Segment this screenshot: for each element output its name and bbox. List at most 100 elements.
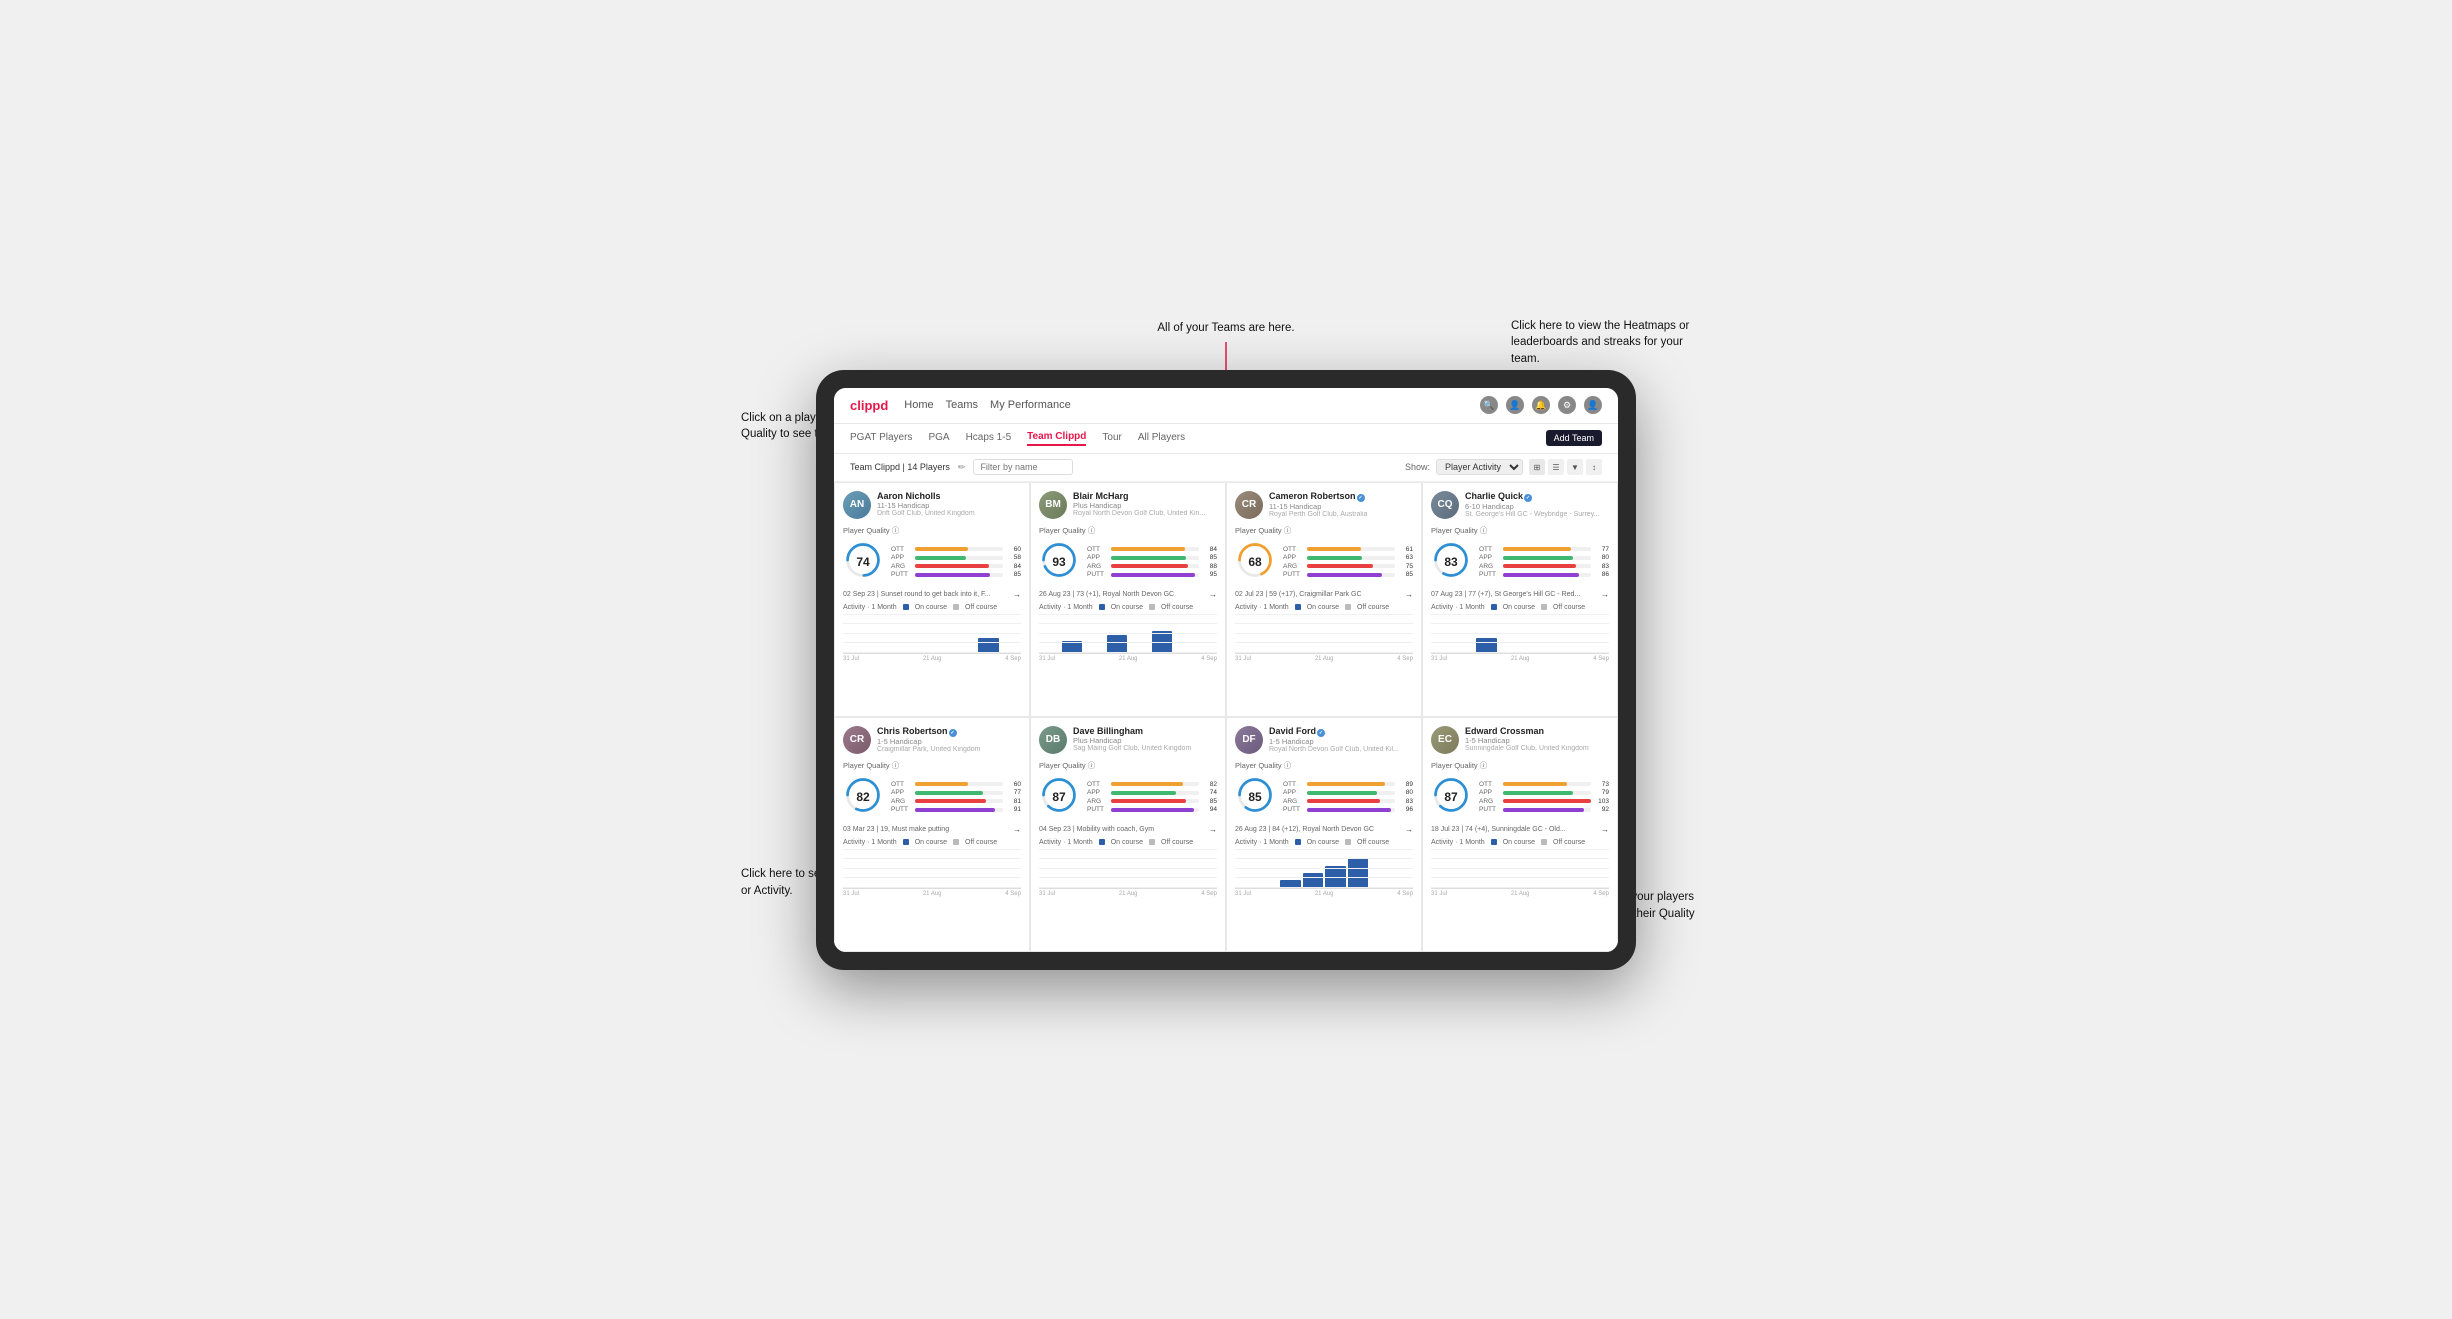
- player-name[interactable]: Blair McHarg: [1073, 491, 1217, 501]
- last-round[interactable]: 26 Aug 23 | 84 (+12), Royal North Devon …: [1235, 825, 1413, 834]
- player-name[interactable]: David Ford✓: [1269, 726, 1413, 737]
- offcourse-dot: [1541, 839, 1547, 845]
- filter-input[interactable]: [973, 459, 1073, 475]
- search-icon[interactable]: 🔍: [1480, 396, 1498, 414]
- player-card[interactable]: CR Cameron Robertson✓ 11-15 Handicap Roy…: [1226, 482, 1422, 717]
- stat-bar-fill: [1503, 564, 1576, 568]
- date-mid: 21 Aug: [1511, 891, 1530, 897]
- avatar-icon[interactable]: 👤: [1584, 396, 1602, 414]
- quality-circle-wrap[interactable]: 74: [843, 540, 883, 585]
- activity-title: Activity · 1 Month: [1431, 839, 1485, 846]
- player-name[interactable]: Cameron Robertson✓: [1269, 491, 1413, 502]
- quality-circle-wrap[interactable]: 87: [1039, 775, 1079, 820]
- player-name[interactable]: Chris Robertson✓: [877, 726, 1021, 737]
- last-round[interactable]: 03 Mar 23 | 19, Must make putting →: [843, 825, 1021, 834]
- subnav-pga[interactable]: PGA: [928, 432, 949, 445]
- date-end: 4 Sep: [1593, 891, 1609, 897]
- stat-bar: [1307, 547, 1395, 551]
- player-name[interactable]: Dave Billingham: [1073, 726, 1217, 736]
- stat-row-putt: PUTT 86: [1479, 571, 1609, 578]
- subnav-allplayers[interactable]: All Players: [1138, 432, 1185, 445]
- grid-line: [1431, 623, 1609, 624]
- stat-label: APP: [1283, 789, 1305, 796]
- activity-label: Activity · 1 Month On course Off course: [1431, 839, 1609, 846]
- quality-circle-wrap[interactable]: 85: [1235, 775, 1275, 820]
- stat-bar-fill: [1111, 808, 1194, 812]
- grid-line: [1235, 858, 1413, 859]
- last-round[interactable]: 07 Aug 23 | 77 (+7), St George's Hill GC…: [1431, 590, 1609, 599]
- player-name[interactable]: Aaron Nicholls: [877, 491, 1021, 501]
- stat-bar-fill: [1111, 573, 1195, 577]
- stat-bar: [1307, 564, 1395, 568]
- show-select[interactable]: Player Activity: [1436, 459, 1523, 475]
- settings-icon[interactable]: ⚙: [1558, 396, 1576, 414]
- player-club: Royal North Devon Golf Club, United Kil.…: [1269, 746, 1413, 753]
- player-header: EC Edward Crossman 1-5 Handicap Sunningd…: [1431, 726, 1609, 754]
- date-end: 4 Sep: [1201, 891, 1217, 897]
- last-round-arrow[interactable]: →: [1601, 590, 1609, 599]
- date-mid: 21 Aug: [1511, 656, 1530, 662]
- player-grid: AN Aaron Nicholls 11-15 Handicap Drift G…: [834, 482, 1618, 952]
- stat-value: 84: [1201, 546, 1217, 553]
- player-card[interactable]: EC Edward Crossman 1-5 Handicap Sunningd…: [1422, 717, 1618, 952]
- stat-bar-fill: [1307, 556, 1362, 560]
- stat-value: 81: [1005, 798, 1021, 805]
- stat-label: OTT: [1087, 781, 1109, 788]
- stat-label: PUTT: [1283, 571, 1305, 578]
- quality-circle-wrap[interactable]: 87: [1431, 775, 1471, 820]
- last-round-arrow[interactable]: →: [1405, 590, 1413, 599]
- oncourse-label: On course: [1503, 604, 1535, 611]
- last-round-arrow[interactable]: →: [1013, 590, 1021, 599]
- grid-line: [1235, 849, 1413, 850]
- player-card[interactable]: AN Aaron Nicholls 11-15 Handicap Drift G…: [834, 482, 1030, 717]
- last-round-arrow[interactable]: →: [1601, 825, 1609, 834]
- player-card[interactable]: CQ Charlie Quick✓ 6-10 Handicap St. Geor…: [1422, 482, 1618, 717]
- stat-label: OTT: [891, 546, 913, 553]
- activity-chart: [1039, 849, 1217, 889]
- stat-bar-fill: [1111, 564, 1188, 568]
- date-mid: 21 Aug: [923, 656, 942, 662]
- subnav-hcaps[interactable]: Hcaps 1-5: [966, 432, 1012, 445]
- player-avatar: DB: [1039, 726, 1067, 754]
- user-icon[interactable]: 👤: [1506, 396, 1524, 414]
- subnav-teamclippd[interactable]: Team Clippd: [1027, 431, 1086, 446]
- subnav-tour[interactable]: Tour: [1102, 432, 1121, 445]
- last-round-arrow[interactable]: →: [1209, 825, 1217, 834]
- last-round-arrow[interactable]: →: [1209, 590, 1217, 599]
- player-card[interactable]: CR Chris Robertson✓ 1-5 Handicap Craigmi…: [834, 717, 1030, 952]
- quality-circle-wrap[interactable]: 82: [843, 775, 883, 820]
- grid-lines: [1431, 849, 1609, 888]
- edit-icon[interactable]: ✏: [958, 462, 966, 473]
- filter-icon[interactable]: ▼: [1567, 459, 1583, 475]
- last-round-arrow[interactable]: →: [1013, 825, 1021, 834]
- last-round-arrow[interactable]: →: [1405, 825, 1413, 834]
- player-card[interactable]: BM Blair McHarg Plus Handicap Royal Nort…: [1030, 482, 1226, 717]
- list-view-icon[interactable]: ☰: [1548, 459, 1564, 475]
- player-card[interactable]: DB Dave Billingham Plus Handicap Sag Mai…: [1030, 717, 1226, 952]
- quality-circle-wrap[interactable]: 83: [1431, 540, 1471, 585]
- stat-bar-fill: [1503, 799, 1591, 803]
- player-name[interactable]: Charlie Quick✓: [1465, 491, 1609, 502]
- last-round[interactable]: 02 Sep 23 | Sunset round to get back int…: [843, 590, 1021, 599]
- sort-icon[interactable]: ↕: [1586, 459, 1602, 475]
- quality-circle-wrap[interactable]: 68: [1235, 540, 1275, 585]
- add-team-button[interactable]: Add Team: [1546, 430, 1602, 446]
- app-logo[interactable]: clippd: [850, 398, 888, 413]
- offcourse-label: Off course: [965, 604, 997, 611]
- nav-home[interactable]: Home: [904, 399, 933, 411]
- last-round[interactable]: 18 Jul 23 | 74 (+4), Sunningdale GC - Ol…: [1431, 825, 1609, 834]
- nav-teams[interactable]: Teams: [946, 399, 978, 411]
- grid-view-icon[interactable]: ⊞: [1529, 459, 1545, 475]
- player-card[interactable]: DF David Ford✓ 1-5 Handicap Royal North …: [1226, 717, 1422, 952]
- subnav-pgat[interactable]: PGAT Players: [850, 432, 912, 445]
- quality-circle-wrap[interactable]: 93: [1039, 540, 1079, 585]
- grid-line: [1039, 623, 1217, 624]
- stat-value: 58: [1005, 554, 1021, 561]
- last-round[interactable]: 26 Aug 23 | 73 (+1), Royal North Devon G…: [1039, 590, 1217, 599]
- nav-performance[interactable]: My Performance: [990, 399, 1071, 411]
- player-name[interactable]: Edward Crossman: [1465, 726, 1609, 736]
- last-round[interactable]: 04 Sep 23 | Mobility with coach, Gym →: [1039, 825, 1217, 834]
- last-round[interactable]: 02 Jul 23 | 59 (+17), Craigmillar Park G…: [1235, 590, 1413, 599]
- stat-value: 96: [1397, 806, 1413, 813]
- bell-icon[interactable]: 🔔: [1532, 396, 1550, 414]
